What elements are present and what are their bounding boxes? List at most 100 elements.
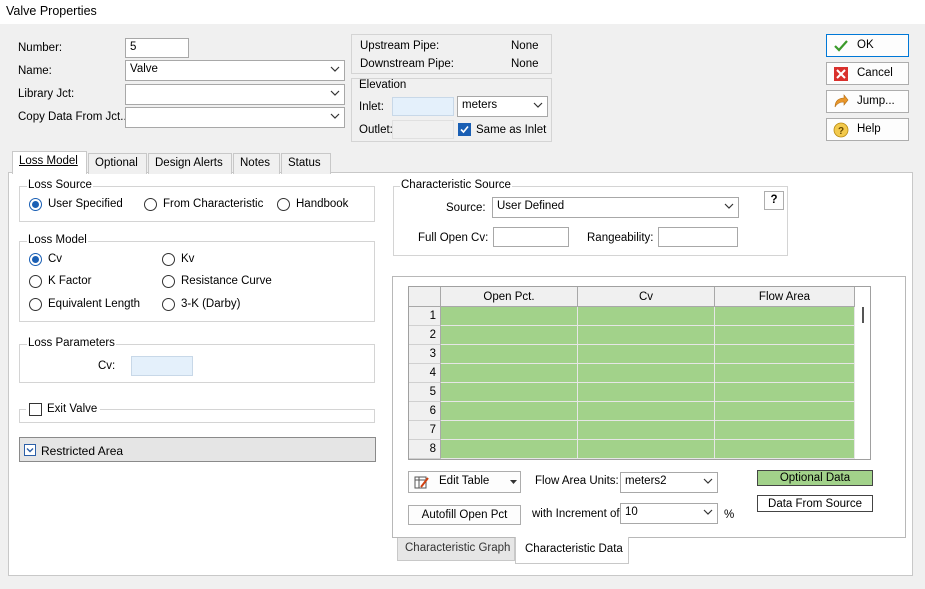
table-cell[interactable] xyxy=(715,364,855,383)
chevron-down-icon xyxy=(330,66,340,72)
elevation-units-value: meters xyxy=(462,99,498,111)
row-header[interactable]: 2 xyxy=(409,326,441,345)
radio-3k-darby[interactable] xyxy=(162,298,175,311)
row-header[interactable]: 6 xyxy=(409,402,441,421)
name-combo[interactable]: Valve xyxy=(125,60,345,81)
table-cell[interactable] xyxy=(578,326,715,345)
table-cell[interactable] xyxy=(715,307,855,326)
table-cell[interactable] xyxy=(715,440,855,459)
column-header-open-pct[interactable]: Open Pct. xyxy=(441,287,578,307)
jump-button[interactable]: Jump... xyxy=(826,90,909,113)
tab-status[interactable]: Status xyxy=(281,153,331,174)
source-combo[interactable]: User Defined xyxy=(492,197,739,218)
row-header[interactable]: 5 xyxy=(409,383,441,402)
chevron-down-icon xyxy=(703,509,713,515)
table-cell[interactable] xyxy=(578,307,715,326)
table-cell[interactable] xyxy=(715,402,855,421)
flow-area-units-combo[interactable]: meters2 xyxy=(620,472,718,493)
cancel-button[interactable]: Cancel xyxy=(826,62,909,85)
table-cell[interactable] xyxy=(578,383,715,402)
cv-param-input[interactable] xyxy=(131,356,193,376)
number-input[interactable]: 5 xyxy=(125,38,189,58)
tab-optional[interactable]: Optional xyxy=(88,153,147,174)
radio-handbook[interactable] xyxy=(277,198,290,211)
exit-valve-checkbox[interactable] xyxy=(29,403,42,416)
table-cell[interactable] xyxy=(578,364,715,383)
table-cell[interactable] xyxy=(441,421,578,440)
radio-user-specified[interactable] xyxy=(29,198,42,211)
table-cell[interactable] xyxy=(441,383,578,402)
radio-kv[interactable] xyxy=(162,253,175,266)
scrollbar-thumb[interactable] xyxy=(862,307,864,323)
increment-value: 10 xyxy=(625,506,638,518)
tab-characteristic-graph[interactable]: Characteristic Graph xyxy=(397,538,515,561)
row-header[interactable]: 3 xyxy=(409,345,441,364)
source-label: Source: xyxy=(446,202,486,214)
increment-label: with Increment of xyxy=(532,508,620,520)
edit-table-button[interactable]: Edit Table xyxy=(408,471,521,493)
source-help-button[interactable]: ? xyxy=(764,191,784,210)
tab-design-alerts-label: Design Alerts xyxy=(155,157,223,169)
table-cell[interactable] xyxy=(441,402,578,421)
help-icon: ? xyxy=(833,122,849,138)
dropdown-arrow-icon xyxy=(510,480,517,484)
radio-resistance-curve[interactable] xyxy=(162,275,175,288)
table-scrollbar[interactable] xyxy=(855,287,870,459)
edit-table-icon xyxy=(414,476,429,489)
library-jct-combo[interactable] xyxy=(125,84,345,105)
full-open-cv-input[interactable] xyxy=(493,227,569,247)
row-header[interactable]: 1 xyxy=(409,307,441,326)
elevation-units-combo[interactable]: meters xyxy=(457,96,548,117)
tab-notes[interactable]: Notes xyxy=(233,153,280,174)
table-cell[interactable] xyxy=(715,421,855,440)
chevron-down-icon xyxy=(330,113,340,119)
characteristic-table[interactable]: Open Pct. Cv Flow Area 12345678 xyxy=(408,286,871,460)
ok-label: OK xyxy=(857,39,874,51)
user-specified-label: User Specified xyxy=(48,198,123,210)
library-jct-label: Library Jct: xyxy=(18,88,75,100)
help-button[interactable]: ? Help xyxy=(826,118,909,141)
tab-characteristic-data[interactable]: Characteristic Data xyxy=(515,537,629,564)
table-cell[interactable] xyxy=(715,326,855,345)
autofill-open-pct-button[interactable]: Autofill Open Pct xyxy=(408,505,521,525)
row-header[interactable]: 7 xyxy=(409,421,441,440)
row-header[interactable]: 8 xyxy=(409,440,441,459)
copy-data-combo[interactable] xyxy=(125,107,345,128)
table-cell[interactable] xyxy=(441,345,578,364)
table-cell[interactable] xyxy=(715,345,855,364)
column-header-cv[interactable]: Cv xyxy=(578,287,715,307)
table-cell[interactable] xyxy=(441,440,578,459)
inlet-elevation-input[interactable] xyxy=(392,97,454,116)
same-as-inlet-checkbox[interactable] xyxy=(458,123,471,136)
ok-button[interactable]: OK xyxy=(826,34,909,57)
radio-equivalent-length[interactable] xyxy=(29,298,42,311)
increment-combo[interactable]: 10 xyxy=(620,503,718,524)
table-cell[interactable] xyxy=(578,440,715,459)
downstream-pipe-value: None xyxy=(511,58,539,70)
tab-characteristic-graph-label: Characteristic Graph xyxy=(405,542,511,554)
table-cell[interactable] xyxy=(441,364,578,383)
loss-parameters-title: Loss Parameters xyxy=(27,337,116,349)
rangeability-input[interactable] xyxy=(658,227,738,247)
equivalent-length-label: Equivalent Length xyxy=(48,298,141,310)
table-cell[interactable] xyxy=(715,383,855,402)
radio-k-factor[interactable] xyxy=(29,275,42,288)
tab-loss-model-label: Loss Model xyxy=(19,155,78,167)
loss-source-title: Loss Source xyxy=(27,179,93,191)
table-cell[interactable] xyxy=(441,326,578,345)
3k-darby-label: 3-K (Darby) xyxy=(181,298,241,310)
column-header-flow-area[interactable]: Flow Area xyxy=(715,287,855,307)
restricted-area-bar[interactable]: Restricted Area xyxy=(19,437,376,462)
name-value: Valve xyxy=(130,63,158,75)
flow-area-units-value: meters2 xyxy=(625,475,667,487)
table-cell[interactable] xyxy=(578,345,715,364)
table-cell[interactable] xyxy=(441,307,578,326)
row-header[interactable]: 4 xyxy=(409,364,441,383)
radio-cv[interactable] xyxy=(29,253,42,266)
radio-from-characteristic[interactable] xyxy=(144,198,157,211)
table-cell[interactable] xyxy=(578,402,715,421)
table-cell[interactable] xyxy=(578,421,715,440)
resistance-curve-label: Resistance Curve xyxy=(181,275,272,287)
tab-design-alerts[interactable]: Design Alerts xyxy=(148,153,232,174)
tab-loss-model[interactable]: Loss Model xyxy=(12,151,87,174)
